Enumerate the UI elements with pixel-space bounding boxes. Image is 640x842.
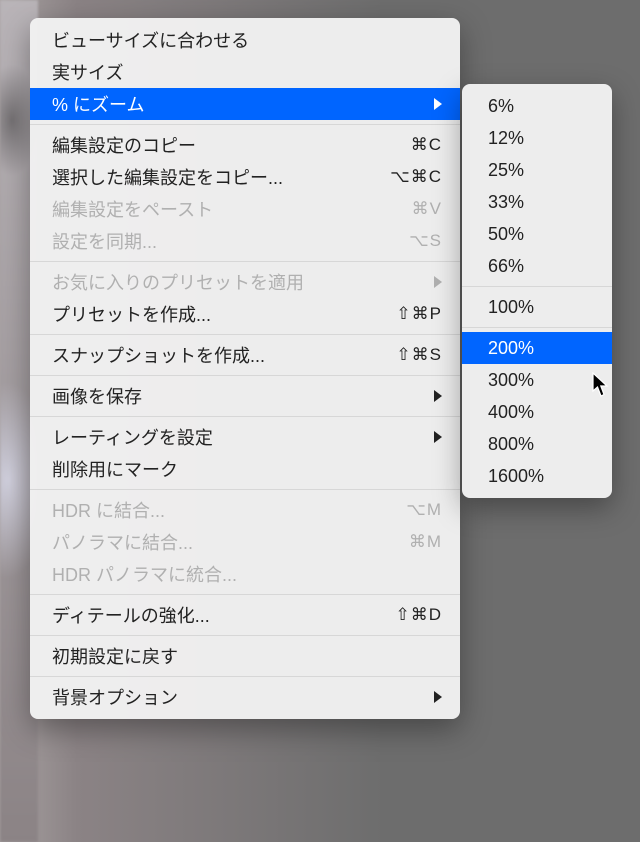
menu-item-label: ビューサイズに合わせる [52,27,442,53]
menu-separator [30,676,460,677]
menu-item-label: 編集設定をペースト [52,196,368,222]
zoom-option-50[interactable]: 50% [462,218,612,250]
menu-item-label: 設定を同期... [52,228,368,254]
menu-separator [30,375,460,376]
zoom-option-66[interactable]: 66% [462,250,612,282]
menu-item-shortcut: ⌘C [368,135,442,155]
menu-item-label: パノラマに結合... [52,529,368,555]
app-background: ビューサイズに合わせる実サイズ% にズーム編集設定のコピー⌘C選択した編集設定を… [0,0,640,842]
menu-item-label: 背景オプション [52,684,426,710]
menu-item-shortcut: ⌥M [368,500,442,520]
menu-item-label: % にズーム [52,91,426,117]
zoom-option-label: 25% [488,160,524,181]
menu-item-label: 画像を保存 [52,383,426,409]
menu-item-label: レーティングを設定 [52,424,426,450]
zoom-option-label: 12% [488,128,524,149]
menu-item-item[interactable]: レーティングを設定 [30,421,460,453]
menu-item-hdr: HDR に結合...⌥M [30,494,460,526]
menu-separator [30,261,460,262]
menu-item-shortcut: ⇧⌘D [368,605,442,625]
menu-separator [462,327,612,328]
menu-item-label: スナップショットを作成... [52,342,368,368]
zoom-option-label: 300% [488,370,534,391]
menu-separator [30,124,460,125]
menu-separator [30,489,460,490]
menu-item-shortcut: ⌘V [368,199,442,219]
menu-item-label: 編集設定のコピー [52,132,368,158]
context-menu: ビューサイズに合わせる実サイズ% にズーム編集設定のコピー⌘C選択した編集設定を… [30,18,460,719]
zoom-option-label: 33% [488,192,524,213]
zoom-option-6[interactable]: 6% [462,90,612,122]
zoom-option-label: 200% [488,338,534,359]
menu-item-item[interactable]: ビューサイズに合わせる [30,24,460,56]
menu-item-label: お気に入りのプリセットを適用 [52,269,426,295]
menu-item-label: 選択した編集設定をコピー... [52,164,368,190]
menu-item-item[interactable]: スナップショットを作成...⇧⌘S [30,339,460,371]
menu-item-item[interactable]: プリセットを作成...⇧⌘P [30,298,460,330]
menu-separator [30,334,460,335]
menu-item-shortcut: ⇧⌘P [368,304,442,324]
menu-item-label: 実サイズ [52,59,442,85]
menu-item-item[interactable]: 画像を保存 [30,380,460,412]
menu-item-item[interactable]: 選択した編集設定をコピー...⌥⌘C [30,161,460,193]
menu-item-item: お気に入りのプリセットを適用 [30,266,460,298]
submenu-arrow-icon [434,276,442,288]
zoom-option-33[interactable]: 33% [462,186,612,218]
menu-item-label: HDR に結合... [52,497,368,523]
zoom-option-label: 6% [488,96,514,117]
submenu-arrow-icon [434,390,442,402]
zoom-option-200[interactable]: 200% [462,332,612,364]
zoom-option-label: 50% [488,224,524,245]
menu-item-shortcut: ⌥S [368,231,442,251]
menu-item-item[interactable]: 初期設定に戻す [30,640,460,672]
zoom-option-label: 100% [488,297,534,318]
menu-item-item[interactable]: 編集設定のコピー⌘C [30,129,460,161]
menu-item-item[interactable]: 背景オプション [30,681,460,713]
zoom-option-label: 1600% [488,466,544,487]
zoom-option-12[interactable]: 12% [462,122,612,154]
menu-item-item[interactable]: % にズーム [30,88,460,120]
menu-item-hdr: HDR パノラマに統合... [30,558,460,590]
menu-item-label: ディテールの強化... [52,602,368,628]
zoom-option-label: 800% [488,434,534,455]
menu-item-shortcut: ⇧⌘S [368,345,442,365]
zoom-option-800[interactable]: 800% [462,428,612,460]
submenu-arrow-icon [434,691,442,703]
zoom-option-300[interactable]: 300% [462,364,612,396]
menu-separator [30,594,460,595]
menu-separator [30,635,460,636]
menu-item-label: HDR パノラマに統合... [52,561,442,587]
menu-item-label: 初期設定に戻す [52,643,442,669]
menu-item-item: 設定を同期...⌥S [30,225,460,257]
menu-item-item[interactable]: 実サイズ [30,56,460,88]
menu-item-item: 編集設定をペースト⌘V [30,193,460,225]
zoom-option-label: 66% [488,256,524,277]
zoom-option-25[interactable]: 25% [462,154,612,186]
menu-separator [30,416,460,417]
submenu-arrow-icon [434,98,442,110]
menu-item-item: パノラマに結合...⌘M [30,526,460,558]
menu-item-shortcut: ⌘M [368,532,442,552]
menu-item-label: プリセットを作成... [52,301,368,327]
submenu-arrow-icon [434,431,442,443]
menu-item-label: 削除用にマーク [52,456,442,482]
zoom-option-label: 400% [488,402,534,423]
zoom-submenu: 6% 12% 25% 33% 50% 66% 100% 200% 300% 400% 800% 160… [462,84,612,498]
menu-separator [462,286,612,287]
menu-item-item[interactable]: ディテールの強化...⇧⌘D [30,599,460,631]
zoom-option-400[interactable]: 400% [462,396,612,428]
menu-item-shortcut: ⌥⌘C [368,167,442,187]
menu-item-item[interactable]: 削除用にマーク [30,453,460,485]
zoom-option-1600[interactable]: 1600% [462,460,612,492]
zoom-option-100[interactable]: 100% [462,291,612,323]
